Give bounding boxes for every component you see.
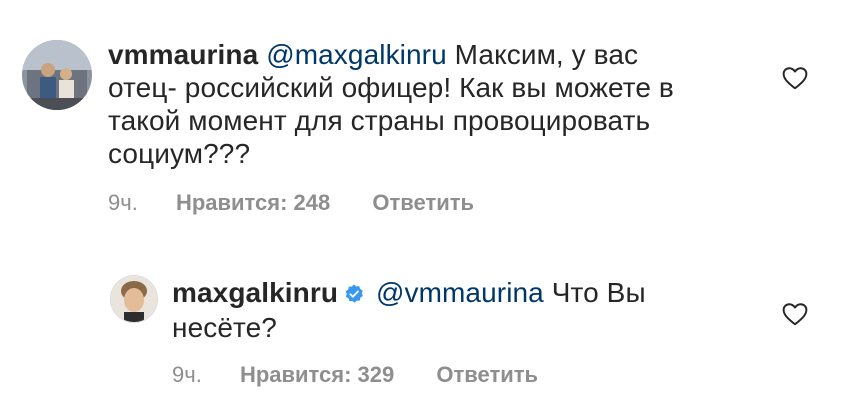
comment-mention[interactable]: @vmmaurina (376, 277, 544, 308)
comment-meta: 9ч. Нравится: 329 Ответить (172, 362, 538, 388)
comment-reply-button[interactable]: Ответить (372, 190, 474, 216)
comment-body-line: социум??? (108, 138, 251, 169)
comment-reply-button[interactable]: Ответить (436, 362, 538, 388)
comment-likes-button[interactable]: Нравится: 248 (176, 190, 330, 216)
avatar-image (111, 276, 157, 322)
comment-body-line: отец- российский офицер! Как вы можете в (108, 72, 674, 103)
comment-time: 9ч. (108, 190, 138, 215)
comment-time: 9ч. (172, 362, 202, 387)
comment-body-line: Что Вы (551, 277, 646, 308)
comment-username[interactable]: maxgalkinru (172, 277, 338, 308)
comment-body-line: несёте? (172, 312, 277, 343)
avatar[interactable] (22, 40, 92, 110)
like-heart-icon[interactable] (782, 66, 808, 90)
comment-text: vmmaurina @maxgalkinru Максим, у вас оте… (108, 38, 758, 170)
comment-username[interactable]: vmmaurina (108, 39, 258, 70)
comment-mention[interactable]: @maxgalkinru (266, 39, 447, 70)
avatar-image (22, 40, 92, 110)
verified-badge-icon (344, 278, 364, 311)
comment-meta: 9ч. Нравится: 248 Ответить (108, 190, 474, 216)
comment-text: maxgalkinru @vmmaurina Что Вы несёте? (172, 276, 762, 344)
avatar[interactable] (110, 275, 158, 323)
comment-likes-button[interactable]: Нравится: 329 (240, 362, 394, 388)
comment-body-line: такой момент для страны провоцировать (108, 105, 651, 136)
comment-body-line: Максим, у вас (454, 39, 639, 70)
like-heart-icon[interactable] (782, 302, 808, 326)
